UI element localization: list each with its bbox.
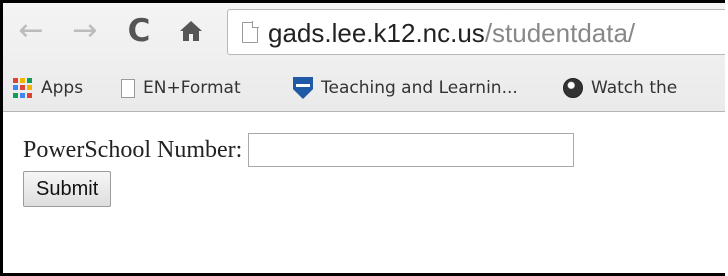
bookmark-apps[interactable]: Apps [13,75,83,101]
apps-grid-icon [13,78,33,98]
navigation-bar: ← → C gads.lee.k12.nc.us/studentdata/ [3,3,725,65]
apps-grid-dot [27,85,32,91]
page-content: PowerSchool Number: Submit [23,133,575,207]
bookmarks-bar: Apps EN+Format Teaching and Learnin... W… [3,65,725,111]
apps-grid-dot [27,92,32,98]
apps-grid-dot [13,92,18,98]
page-icon [242,21,259,43]
url-domain: gads.lee.k12.nc.us [268,18,485,48]
bookmark-en-format[interactable]: EN+Format [121,75,241,101]
url-path: /studentdata/ [484,18,636,48]
browser-toolbar: ← → C gads.lee.k12.nc.us/studentdata/ Ap… [3,3,725,112]
submit-button[interactable]: Submit [23,171,112,207]
shield-icon [293,77,313,99]
forward-arrow-icon[interactable]: → [69,15,101,47]
apps-grid-dot [13,78,18,83]
apps-grid-dot [20,78,25,83]
apps-grid-dot [20,85,25,91]
bookmark-label: EN+Format [143,78,241,98]
url-text[interactable]: gads.lee.k12.nc.us/studentdata/ [268,18,635,49]
back-arrow-icon[interactable]: ← [15,15,47,47]
bookmark-label: Apps [41,78,84,98]
bookmark-label: Teaching and Learnin... [321,78,518,98]
apps-grid-dot [13,85,18,91]
apps-grid-dot [20,92,25,98]
powerschool-number-label: PowerSchool Number: [23,136,243,163]
page-icon [121,78,135,98]
bookmark-teaching-and-learning[interactable]: Teaching and Learnin... [293,75,518,101]
bookmark-label: Watch the [591,78,678,98]
apps-grid-dot [27,78,32,83]
home-icon[interactable] [175,15,207,47]
globe-icon [563,78,583,98]
address-bar[interactable]: gads.lee.k12.nc.us/studentdata/ [227,9,725,55]
browser-window: ← → C gads.lee.k12.nc.us/studentdata/ Ap… [0,0,725,276]
powerschool-form-row: PowerSchool Number: [23,133,575,167]
reload-icon[interactable]: C [123,15,155,47]
home-icon-graphic [180,21,202,41]
bookmark-watch[interactable]: Watch the [563,75,677,101]
powerschool-number-input[interactable] [248,133,575,167]
